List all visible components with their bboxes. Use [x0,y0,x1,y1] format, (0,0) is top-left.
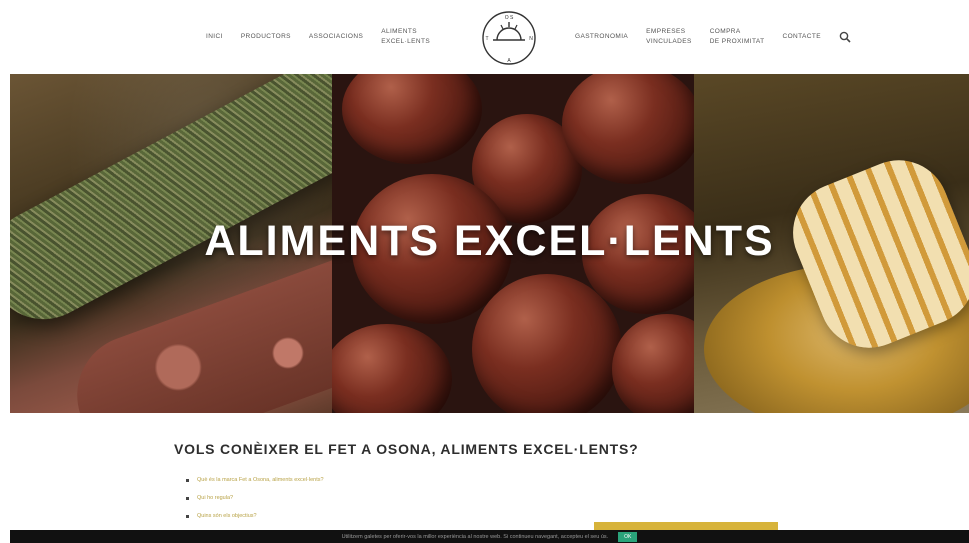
cookie-accept-button[interactable]: OK [618,531,638,542]
list-item[interactable]: Qui ho regula? [186,489,324,507]
nav-item-associacions[interactable]: Associacions [309,32,363,42]
cookie-text: Utilitzem galetes per oferir-vos la mill… [341,533,609,540]
chestnut-shape [332,324,452,413]
nav-label: Inici [206,33,223,40]
nav-label-line: Aliments [381,28,417,35]
section-title: VOLS CONÈIXER EL FET A OSONA, ALIMENTS E… [174,441,639,457]
bullet-icon [186,478,189,482]
faq-link[interactable]: Qui ho regula? [197,495,233,501]
svg-text:T: T [485,36,488,42]
svg-text:A: A [507,58,511,64]
nav-left: Inici Productors Associacions Aliments e… [206,0,448,74]
nav-item-compra-de-proximitat[interactable]: Compra de proximitat [710,27,765,47]
nav-right: Gastronomia Empreses vinculades Compra d… [575,0,851,74]
nav-item-empreses-vinculades[interactable]: Empreses vinculades [646,27,692,47]
site-header: Inici Productors Associacions Aliments e… [0,0,969,74]
hero-title: ALIMENTS EXCEL·LENTS [204,217,775,265]
svg-text:N: N [529,36,533,42]
search-icon[interactable] [839,31,851,43]
cookie-banner: Utilitzem galetes per oferir-vos la mill… [10,530,969,543]
nav-label-line: Empreses [646,28,686,35]
chestnut-shape [612,314,694,413]
faq-link-list: Què és la marca Fet a Osona, aliments ex… [186,471,324,525]
chestnut-shape [472,274,622,413]
chestnut-shape [342,74,482,164]
faq-link[interactable]: Què és la marca Fet a Osona, aliments ex… [197,477,324,483]
nav-label: Associacions [308,33,364,40]
nav-item-aliments-excellents[interactable]: Aliments excel·lents [381,27,430,47]
nav-item-contacte[interactable]: Contacte [783,32,821,42]
nav-label-line: excel·lents [381,38,431,45]
nav-item-gastronomia[interactable]: Gastronomia [575,32,628,42]
bullet-icon [186,496,189,500]
fet-a-osona-logo-icon[interactable]: O S N T A [481,10,537,66]
svg-text:O S: O S [505,15,514,21]
list-item[interactable]: Què és la marca Fet a Osona, aliments ex… [186,471,324,489]
nav-label: Productors [240,33,291,40]
nav-label-line: de proximitat [709,38,765,45]
nav-item-inici[interactable]: Inici [206,32,223,42]
accent-bar [594,522,778,530]
list-item[interactable]: Quins són els objectius? [186,507,324,525]
nav-item-productors[interactable]: Productors [241,32,291,42]
hero-banner: ALIMENTS EXCEL·LENTS [10,74,969,413]
nav-label: Gastronomia [575,33,629,40]
nav-label: Contacte [782,33,821,40]
nav-label-line: Compra [709,28,741,35]
nav-label-line: vinculades [646,38,692,45]
bullet-icon [186,514,189,518]
faq-link[interactable]: Quins són els objectius? [197,513,257,519]
